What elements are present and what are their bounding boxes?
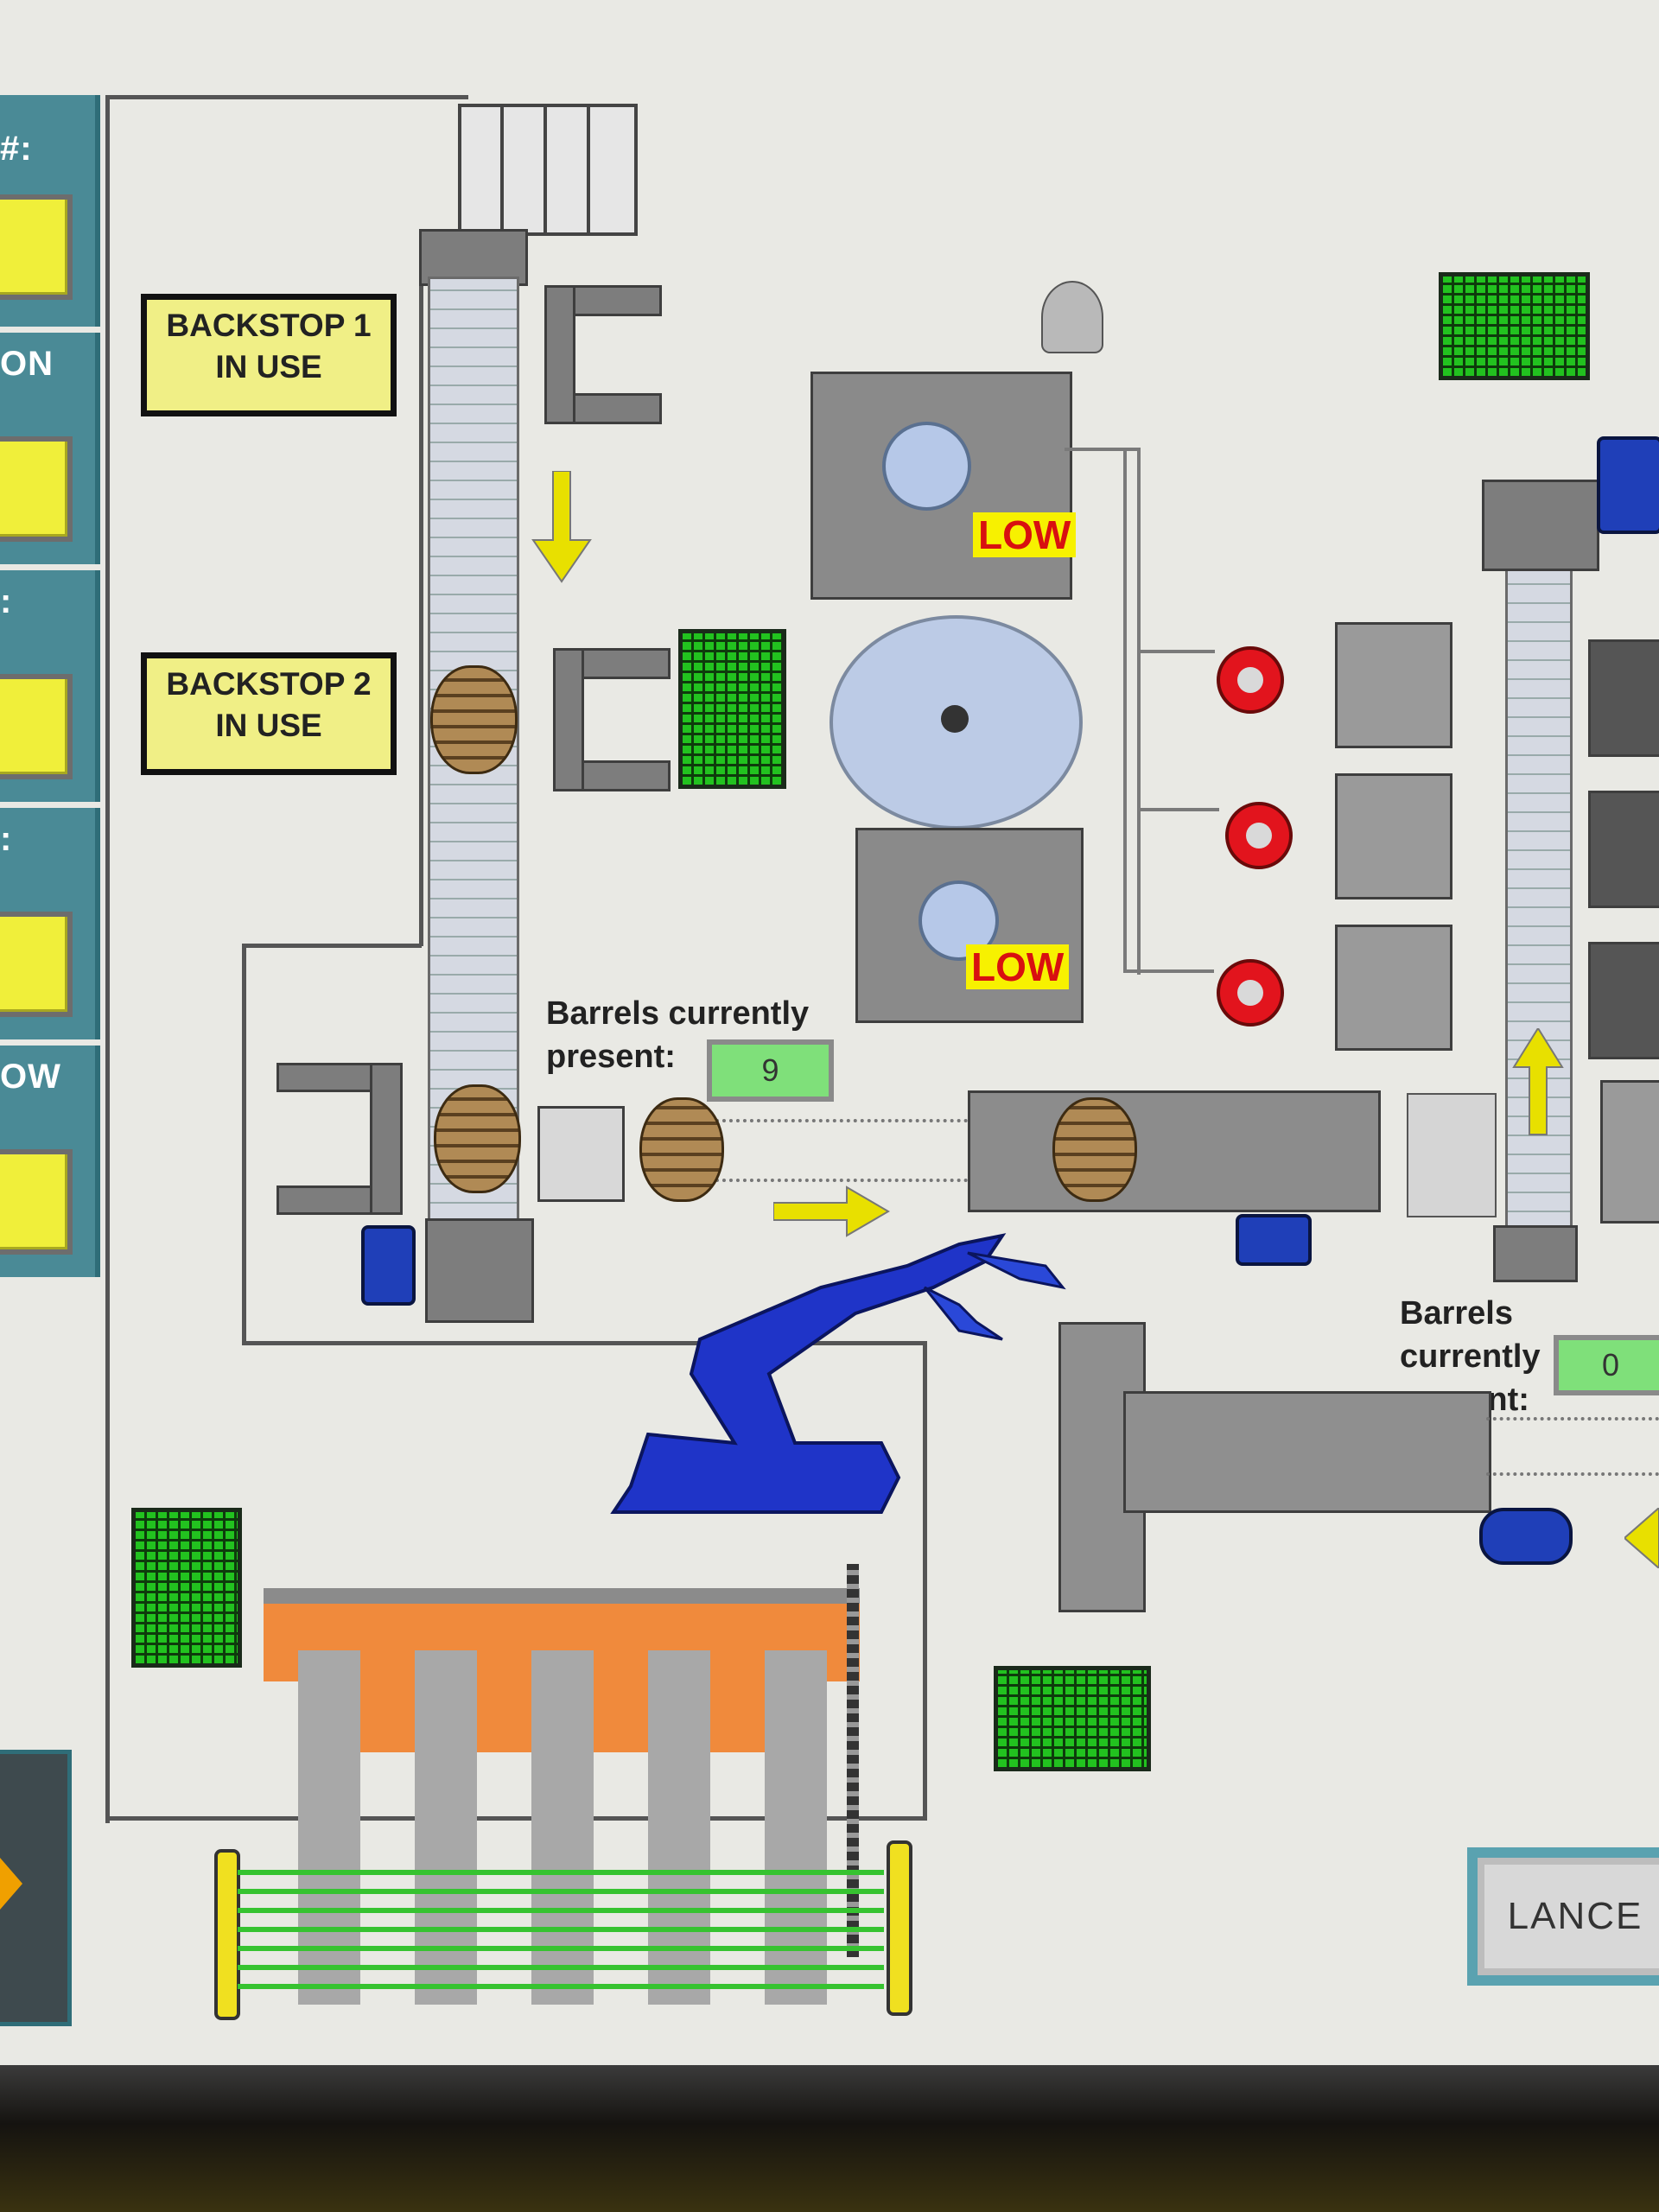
station-status-grid-1 <box>678 629 786 789</box>
warning-diamond-icon[interactable] <box>0 1858 22 1910</box>
fence-panel-2 <box>477 1666 531 1752</box>
right-edge-machine-3 <box>1588 942 1659 1059</box>
lower-transfer-conveyor <box>1486 1417 1659 1476</box>
right-conveyor-head <box>1482 480 1599 571</box>
barrel-press-station <box>968 1090 1381 1212</box>
sidebar-field-4[interactable] <box>0 912 73 1017</box>
station-status-grid-3 <box>131 1508 242 1668</box>
hopper-bottom: LOW <box>855 828 1084 1023</box>
backstop-1-line2: IN USE <box>215 349 322 385</box>
barrels-counter-left-label-line1: Barrels currently <box>546 995 810 1032</box>
rotary-table <box>830 615 1083 830</box>
sidebar-label-1: #: <box>0 130 33 168</box>
backstop-2-line1: BACKSTOP 2 <box>166 666 372 702</box>
sidebar-tile-4: : <box>0 808 100 1039</box>
hopper-top-low-tag: LOW <box>973 512 1077 557</box>
backstop-2-line2: IN USE <box>215 708 322 743</box>
right-conveyor-base <box>1493 1225 1578 1282</box>
cell-boundary-top <box>105 95 468 99</box>
robot-arm[interactable] <box>596 1227 1080 1573</box>
feed-line-press-1 <box>1137 650 1215 653</box>
hopper-bottom-low-tag: LOW <box>966 944 1070 989</box>
backstop-2-clamp-body <box>553 648 584 791</box>
feed-line-press-2 <box>1137 808 1219 811</box>
lower-press-station <box>1123 1391 1491 1513</box>
feed-line-press-3 <box>1123 969 1214 973</box>
hopper-top-vent <box>1041 281 1103 353</box>
conveyor-motor <box>361 1225 416 1306</box>
barrels-counter-right-value: 0 <box>1554 1335 1659 1395</box>
sidebar-field-1[interactable] <box>0 194 73 300</box>
hopper-top-dial-icon <box>882 422 971 511</box>
right-conveyor-motor <box>1597 436 1659 534</box>
right-edge-machine-2 <box>1588 791 1659 908</box>
barrel-conveyor-2 <box>434 1084 521 1193</box>
sidebar-field-5[interactable] <box>0 1149 73 1255</box>
backstop-3-clamp-body <box>370 1063 403 1215</box>
sidebar-label-2: ON <box>0 345 54 383</box>
barrel-magazine <box>458 104 638 236</box>
transfer-conveyor <box>709 1119 968 1182</box>
fence-panel-4 <box>710 1666 765 1752</box>
stack-station <box>1407 1093 1497 1217</box>
station-fixture-2 <box>1335 773 1452 899</box>
left-arrow-icon <box>1624 1508 1659 1568</box>
fence-panel-3 <box>594 1666 648 1752</box>
light-curtain-beams <box>238 1856 884 2003</box>
press-2[interactable] <box>1225 802 1293 869</box>
station-fixture-1 <box>1335 622 1452 748</box>
cell-boundary-left <box>105 95 110 1823</box>
barrel-transfer-1 <box>639 1097 724 1202</box>
lance-button[interactable]: LANCE <box>1478 1858 1659 1975</box>
barrel-conveyor-1 <box>430 665 518 774</box>
station-status-grid-4 <box>994 1666 1151 1771</box>
up-arrow-icon <box>1512 1028 1564 1135</box>
sidebar-label-5: OW <box>0 1058 61 1096</box>
backstop-1-line1: BACKSTOP 1 <box>166 308 372 343</box>
down-arrow-icon <box>531 471 592 583</box>
sidebar-tile-1: #: <box>0 95 100 327</box>
sidebar-bottom-panel <box>0 1750 72 2026</box>
barrel-station-1 <box>1052 1097 1137 1202</box>
sidebar-tile-5: OW <box>0 1046 100 1277</box>
transfer-gate <box>537 1106 625 1202</box>
inner-boundary-conveyor <box>419 229 423 946</box>
station-fixture-3 <box>1335 925 1452 1051</box>
lower-motor <box>1479 1508 1573 1565</box>
press-1[interactable] <box>1217 646 1284 714</box>
hopper-top: LOW <box>810 372 1077 600</box>
press-3[interactable] <box>1217 959 1284 1027</box>
right-edge-machine-1 <box>1588 639 1659 757</box>
inner-boundary-left <box>242 944 246 1345</box>
right-edge-machine-4 <box>1600 1080 1659 1224</box>
conveyor-base <box>425 1218 534 1323</box>
feed-line-trunk <box>1137 448 1141 975</box>
monitor-bezel <box>0 2065 1659 2212</box>
light-curtain-post-left <box>214 1849 240 2020</box>
station-motor <box>1236 1214 1312 1266</box>
inner-boundary-mid <box>242 944 422 948</box>
feed-line-1 <box>1065 448 1141 451</box>
sidebar-label-3: : <box>0 582 13 620</box>
light-curtain-post-right <box>887 1840 912 2016</box>
sidebar-field-2[interactable] <box>0 436 73 542</box>
sidebar-label-4: : <box>0 820 13 858</box>
sidebar-tile-2: ON <box>0 333 100 564</box>
feed-line-trunk-2 <box>1123 448 1127 973</box>
sidebar-field-3[interactable] <box>0 674 73 779</box>
sidebar-tile-3: : <box>0 570 100 802</box>
fence-panel-1 <box>360 1666 415 1752</box>
hmi-screen: #: ON : : OW BACKSTOP 1 IN USE BACKSTOP … <box>0 0 1659 2065</box>
backstop-2-status: BACKSTOP 2 IN USE <box>141 652 397 775</box>
backstop-1-clamp-body <box>544 285 575 424</box>
station-status-grid-2 <box>1439 272 1590 380</box>
barrels-counter-left-value: 9 <box>707 1039 834 1102</box>
backstop-1-status: BACKSTOP 1 IN USE <box>141 294 397 416</box>
